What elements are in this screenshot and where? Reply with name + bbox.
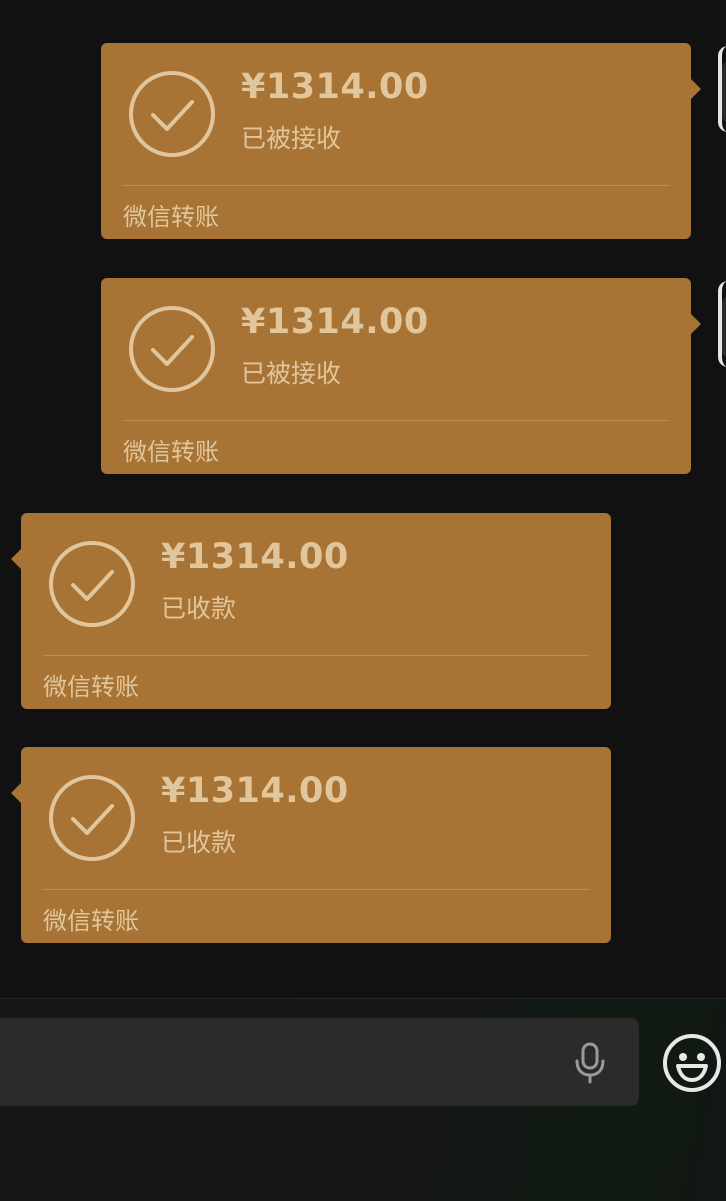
bubble-tail <box>11 549 21 569</box>
check-circle-icon <box>129 71 215 157</box>
chat-area: ¥1314.00 已被接收 微信转账 ¥1314.00 已被接收 微信转账 ¥1… <box>0 0 726 998</box>
emoji-icon[interactable] <box>662 1033 722 1093</box>
check-circle-icon <box>129 306 215 392</box>
card-divider <box>123 185 669 186</box>
transfer-amount: ¥1314.00 <box>241 302 429 342</box>
transfer-message-sent[interactable]: ¥1314.00 已被接收 微信转账 <box>101 43 701 239</box>
transfer-card[interactable]: ¥1314.00 已被接收 微信转账 <box>101 278 691 474</box>
bubble-tail <box>691 314 701 334</box>
transfer-status: 已被接收 <box>241 124 342 153</box>
transfer-label: 微信转账 <box>43 673 139 701</box>
transfer-card[interactable]: ¥1314.00 已被接收 微信转账 <box>101 43 691 239</box>
microphone-icon[interactable] <box>570 1042 610 1084</box>
chat-input-bar <box>0 998 726 1201</box>
check-circle-icon <box>49 775 135 861</box>
card-divider <box>123 420 669 421</box>
transfer-status: 已收款 <box>161 594 237 623</box>
message-input[interactable] <box>0 1018 639 1106</box>
transfer-label: 微信转账 <box>123 438 219 466</box>
transfer-card[interactable]: ¥1314.00 已收款 微信转账 <box>21 747 611 943</box>
transfer-status: 已被接收 <box>241 359 342 388</box>
bubble-tail <box>11 783 21 803</box>
avatar[interactable] <box>714 279 726 369</box>
transfer-label: 微信转账 <box>123 203 219 231</box>
transfer-message-sent[interactable]: ¥1314.00 已被接收 微信转账 <box>101 278 701 474</box>
avatar[interactable] <box>714 44 726 134</box>
transfer-message-received[interactable]: ¥1314.00 已收款 微信转账 <box>11 513 611 709</box>
card-divider <box>43 889 589 890</box>
transfer-status: 已收款 <box>161 828 237 857</box>
transfer-message-received[interactable]: ¥1314.00 已收款 微信转账 <box>11 747 611 943</box>
transfer-card[interactable]: ¥1314.00 已收款 微信转账 <box>21 513 611 709</box>
transfer-label: 微信转账 <box>43 907 139 935</box>
transfer-amount: ¥1314.00 <box>161 537 349 577</box>
bubble-tail <box>691 79 701 99</box>
transfer-amount: ¥1314.00 <box>241 67 429 107</box>
check-circle-icon <box>49 541 135 627</box>
transfer-amount: ¥1314.00 <box>161 771 349 811</box>
card-divider <box>43 655 589 656</box>
